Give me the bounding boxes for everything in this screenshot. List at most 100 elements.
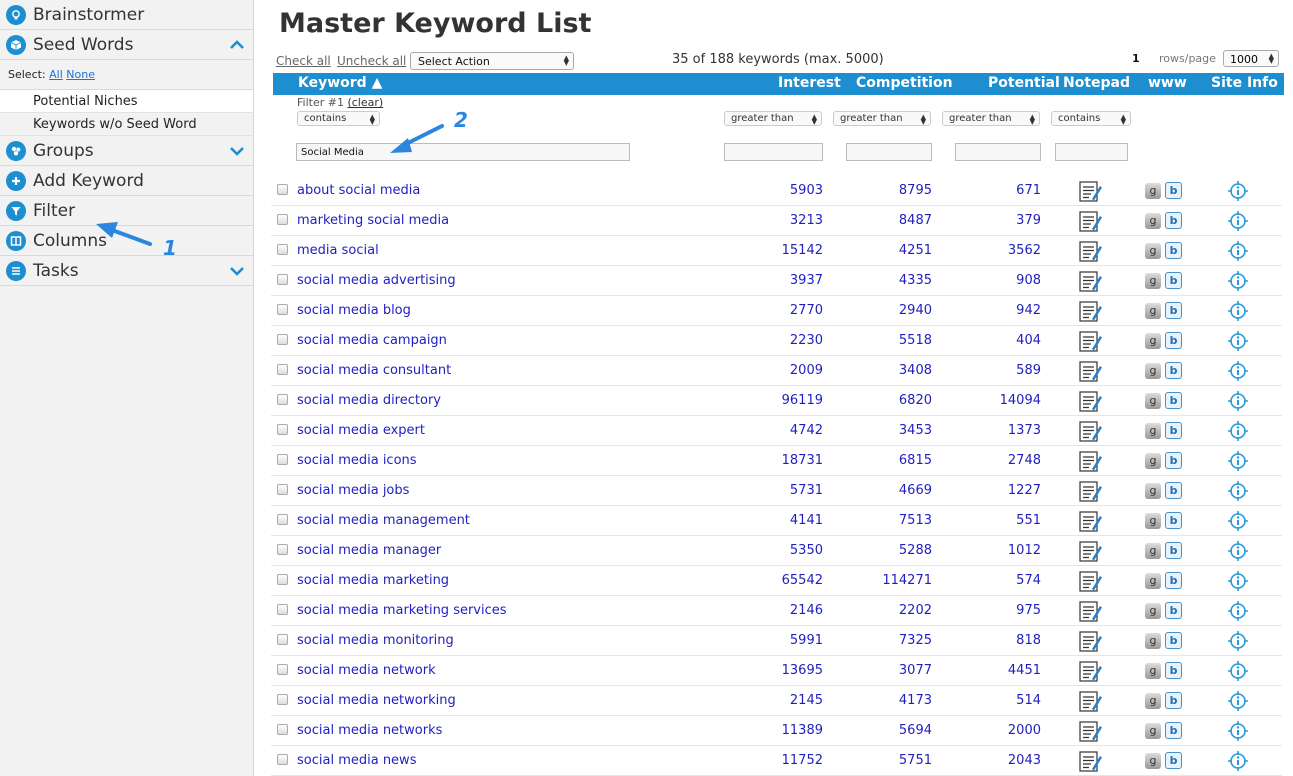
chevron-down-icon[interactable] (229, 263, 245, 279)
keyword-link[interactable]: social media management (297, 513, 470, 528)
site-info-icon[interactable] (1227, 420, 1249, 442)
row-checkbox[interactable] (277, 424, 288, 435)
bing-search-icon[interactable]: b (1165, 362, 1182, 379)
keyword-link[interactable]: social media campaign (297, 333, 447, 348)
keyword-link[interactable]: social media directory (297, 393, 441, 408)
notepad-icon[interactable] (1079, 630, 1103, 652)
bing-search-icon[interactable]: b (1165, 272, 1182, 289)
bing-search-icon[interactable]: b (1165, 542, 1182, 559)
notepad-icon[interactable] (1079, 540, 1103, 562)
site-info-icon[interactable] (1227, 630, 1249, 652)
filter-clear-link[interactable]: (clear) (347, 96, 383, 109)
bing-search-icon[interactable]: b (1165, 422, 1182, 439)
select-all-link[interactable]: All (49, 68, 63, 81)
row-checkbox[interactable] (277, 214, 288, 225)
keyword-link[interactable]: social media advertising (297, 273, 456, 288)
interest-filter-input[interactable] (724, 143, 823, 161)
row-checkbox[interactable] (277, 364, 288, 375)
notepad-icon[interactable] (1079, 690, 1103, 712)
row-checkbox[interactable] (277, 634, 288, 645)
google-search-icon[interactable]: g (1145, 513, 1161, 529)
site-info-icon[interactable] (1227, 180, 1249, 202)
google-search-icon[interactable]: g (1145, 633, 1161, 649)
row-checkbox[interactable] (277, 574, 288, 585)
google-search-icon[interactable]: g (1145, 663, 1161, 679)
bing-search-icon[interactable]: b (1165, 392, 1182, 409)
row-checkbox[interactable] (277, 244, 288, 255)
site-info-icon[interactable] (1227, 480, 1249, 502)
sidebar-item-add-keyword[interactable]: Add Keyword (0, 166, 253, 196)
column-header-potential[interactable]: Potential (988, 75, 1060, 91)
select-action-dropdown[interactable]: Select Action ▲ ▼ (410, 52, 574, 70)
google-search-icon[interactable]: g (1145, 213, 1161, 229)
site-info-icon[interactable] (1227, 450, 1249, 472)
site-info-icon[interactable] (1227, 510, 1249, 532)
notepad-icon[interactable] (1079, 420, 1103, 442)
keyword-link[interactable]: social media jobs (297, 483, 409, 498)
bing-search-icon[interactable]: b (1165, 752, 1182, 769)
keyword-link[interactable]: social media networks (297, 723, 442, 738)
notepad-icon[interactable] (1079, 360, 1103, 382)
row-checkbox[interactable] (277, 304, 288, 315)
google-search-icon[interactable]: g (1145, 303, 1161, 319)
row-checkbox[interactable] (277, 694, 288, 705)
google-search-icon[interactable]: g (1145, 483, 1161, 499)
notepad-icon[interactable] (1079, 600, 1103, 622)
site-info-icon[interactable] (1227, 360, 1249, 382)
notepad-icon[interactable] (1079, 450, 1103, 472)
notepad-filter-input[interactable] (1055, 143, 1128, 161)
column-header-interest[interactable]: Interest (778, 75, 841, 91)
notepad-icon[interactable] (1079, 390, 1103, 412)
keyword-link[interactable]: social media icons (297, 453, 417, 468)
keyword-link[interactable]: social media news (297, 753, 416, 768)
notepad-icon[interactable] (1079, 330, 1103, 352)
keyword-link[interactable]: social media marketing (297, 573, 449, 588)
notepad-icon[interactable] (1079, 180, 1103, 202)
notepad-icon[interactable] (1079, 270, 1103, 292)
row-checkbox[interactable] (277, 484, 288, 495)
notepad-icon[interactable] (1079, 300, 1103, 322)
notepad-icon[interactable] (1079, 210, 1103, 232)
google-search-icon[interactable]: g (1145, 423, 1161, 439)
rows-per-page-select[interactable]: 1000 ▲ ▼ (1223, 50, 1279, 67)
bing-search-icon[interactable]: b (1165, 632, 1182, 649)
keyword-link[interactable]: social media manager (297, 543, 441, 558)
bing-search-icon[interactable]: b (1165, 212, 1182, 229)
google-search-icon[interactable]: g (1145, 573, 1161, 589)
keyword-link[interactable]: social media networking (297, 693, 456, 708)
uncheck-all-link[interactable]: Uncheck all (337, 54, 406, 68)
notepad-icon[interactable] (1079, 480, 1103, 502)
google-search-icon[interactable]: g (1145, 273, 1161, 289)
notepad-icon[interactable] (1079, 720, 1103, 742)
check-all-link[interactable]: Check all (276, 54, 331, 68)
keyword-link[interactable]: social media blog (297, 303, 411, 318)
row-checkbox[interactable] (277, 544, 288, 555)
row-checkbox[interactable] (277, 604, 288, 615)
google-search-icon[interactable]: g (1145, 453, 1161, 469)
competition-filter-operator[interactable]: greater than ▲ ▼ (833, 111, 931, 126)
column-header-notepad[interactable]: Notepad (1063, 75, 1130, 91)
potential-filter-input[interactable] (955, 143, 1041, 161)
sidebar-subitem-keywords-without-seed[interactable]: Keywords w/o Seed Word (0, 113, 253, 136)
page-number[interactable]: 1 (1132, 52, 1140, 65)
keyword-link[interactable]: marketing social media (297, 213, 449, 228)
bing-search-icon[interactable]: b (1165, 482, 1182, 499)
google-search-icon[interactable]: g (1145, 543, 1161, 559)
google-search-icon[interactable]: g (1145, 183, 1161, 199)
row-checkbox[interactable] (277, 724, 288, 735)
row-checkbox[interactable] (277, 514, 288, 525)
keyword-link[interactable]: social media network (297, 663, 436, 678)
sidebar-item-seed-words[interactable]: Seed Words (0, 30, 253, 60)
row-checkbox[interactable] (277, 664, 288, 675)
site-info-icon[interactable] (1227, 540, 1249, 562)
google-search-icon[interactable]: g (1145, 363, 1161, 379)
notepad-icon[interactable] (1079, 510, 1103, 532)
sidebar-subitem-potential-niches[interactable]: Potential Niches (0, 90, 253, 113)
chevron-up-icon[interactable] (229, 37, 245, 53)
chevron-down-icon[interactable] (229, 143, 245, 159)
column-header-competition[interactable]: Competition (856, 75, 953, 91)
site-info-icon[interactable] (1227, 570, 1249, 592)
bing-search-icon[interactable]: b (1165, 722, 1182, 739)
interest-filter-operator[interactable]: greater than ▲ ▼ (724, 111, 822, 126)
google-search-icon[interactable]: g (1145, 393, 1161, 409)
